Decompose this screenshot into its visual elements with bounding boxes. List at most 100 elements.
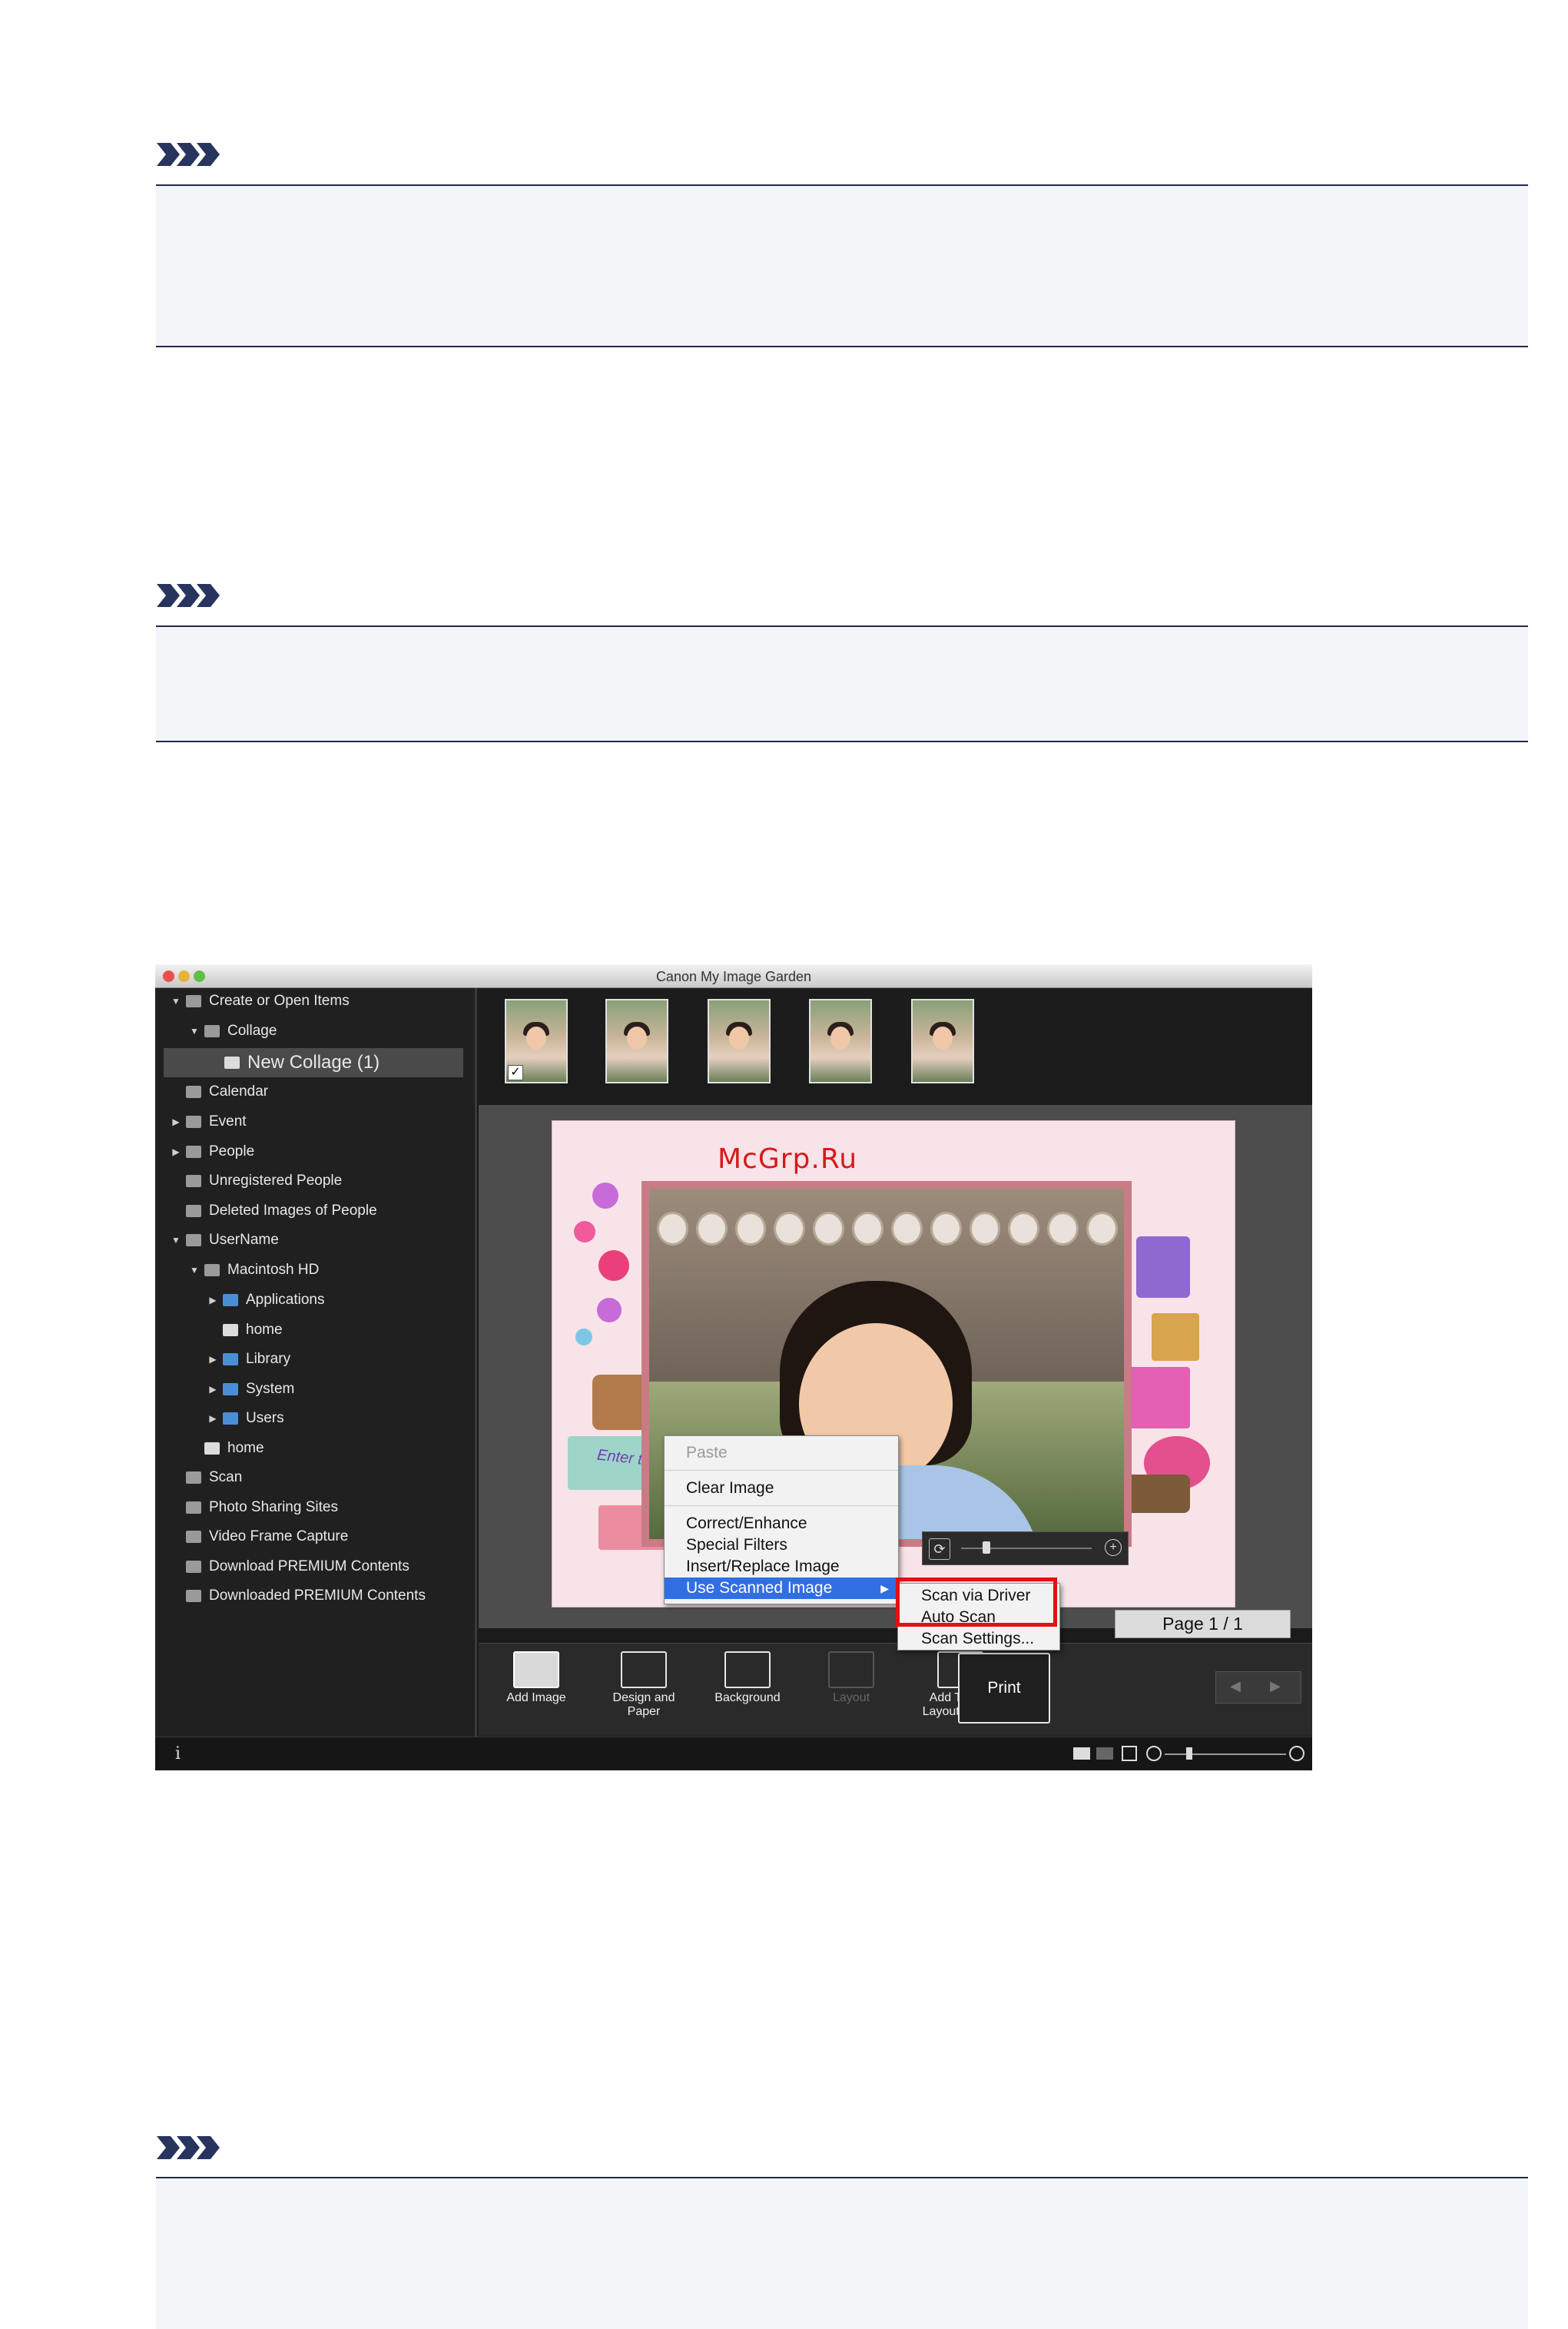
menu-item-insert-replace-image[interactable]: Insert/Replace Image: [665, 1556, 898, 1578]
thumbnail[interactable]: ✓: [505, 999, 568, 1083]
sidebar-item-macintosh-hd[interactable]: ▼ Macintosh HD: [189, 1259, 319, 1282]
zoom-in-icon[interactable]: +: [1105, 1539, 1122, 1556]
next-page-icon[interactable]: ▶: [1270, 1678, 1281, 1694]
info-icon[interactable]: i: [175, 1744, 181, 1763]
status-bar: i: [155, 1737, 1312, 1770]
page-navigation: ◀ ▶: [1215, 1671, 1301, 1704]
flower-decoration: [598, 1250, 629, 1281]
zoom-in-icon[interactable]: [1289, 1746, 1304, 1761]
zoom-slider[interactable]: [1165, 1753, 1286, 1755]
chevron-down-icon[interactable]: ▼: [171, 1235, 181, 1246]
person-outline-icon: [186, 1205, 201, 1217]
sidebar-item-people[interactable]: ▶ People: [171, 1140, 254, 1163]
chevron-right-icon[interactable]: ▶: [171, 1146, 181, 1157]
sidebar-item-unregistered-people[interactable]: Unregistered People: [186, 1169, 342, 1193]
note-box-2: [156, 625, 1528, 742]
design-paper-label: Design and Paper: [612, 1691, 675, 1718]
chevron-down-icon[interactable]: ▼: [171, 996, 181, 1007]
person-icon: [186, 1175, 201, 1187]
print-button[interactable]: Print: [958, 1653, 1050, 1724]
folder-icon: [223, 1383, 238, 1395]
menu-item-paste[interactable]: Paste: [665, 1442, 898, 1464]
drive-icon: [223, 1324, 238, 1336]
fit-page-icon[interactable]: [1122, 1746, 1137, 1761]
sidebar-item-create-or-open-items[interactable]: ▼ Create or Open Items: [171, 990, 350, 1013]
sidebar-item-username[interactable]: ▼ UserName: [171, 1229, 279, 1252]
chevron-right-icon[interactable]: ▶: [171, 1116, 181, 1127]
sidebar-item-download-premium-contents[interactable]: Download PREMIUM Contents: [186, 1555, 409, 1578]
sidebar-item-label: Photo Sharing Sites: [209, 1499, 338, 1515]
sidebar-item-label: Unregistered People: [209, 1173, 343, 1189]
thumbnail[interactable]: [605, 999, 668, 1083]
title-bar: Canon My Image Garden: [155, 964, 1312, 988]
design-paper-button[interactable]: Design and Paper: [598, 1651, 690, 1731]
create-items-icon: [186, 995, 201, 1007]
note-icon: [157, 584, 220, 607]
view-mode-icon[interactable]: [1073, 1747, 1090, 1760]
menu-item-correct-enhance[interactable]: Correct/Enhance: [665, 1513, 898, 1534]
image-zoom-knob[interactable]: [983, 1541, 990, 1554]
sidebar-item-label: Collage: [227, 1023, 277, 1039]
sidebar-item-label: People: [209, 1143, 255, 1160]
chevron-right-icon[interactable]: ▶: [207, 1295, 218, 1306]
checkmark-icon[interactable]: ✓: [508, 1065, 523, 1080]
sidebar-item-label: Scan: [209, 1469, 243, 1485]
menu-item-scan-settings[interactable]: Scan Settings...: [898, 1628, 1059, 1650]
sidebar-item-event[interactable]: ▶ Event: [171, 1110, 246, 1133]
zoom-out-icon[interactable]: [1146, 1746, 1162, 1761]
sidebar-item-photo-sharing-sites[interactable]: Photo Sharing Sites: [186, 1496, 338, 1519]
background-button[interactable]: Background: [701, 1651, 794, 1731]
image-zoom-slider[interactable]: [961, 1548, 1092, 1549]
rotate-icon[interactable]: ⟳: [929, 1538, 950, 1560]
sidebar-item-home-2[interactable]: home: [204, 1437, 264, 1460]
sidebar-item-label: UserName: [209, 1232, 279, 1248]
add-image-label: Add Image: [506, 1691, 566, 1704]
sidebar-item-label: Download PREMIUM Contents: [209, 1558, 409, 1574]
chevron-right-icon[interactable]: ▶: [207, 1384, 218, 1395]
menu-item-label: Use Scanned Image: [686, 1579, 833, 1597]
thumbnail[interactable]: [911, 999, 974, 1083]
sidebar-item-video-frame-capture[interactable]: Video Frame Capture: [186, 1525, 348, 1548]
layout-label: Layout: [832, 1691, 870, 1704]
sidebar-item-label: Calendar: [209, 1083, 269, 1100]
hard-drive-icon: [204, 1264, 220, 1276]
sidebar-item-downloaded-premium-contents[interactable]: Downloaded PREMIUM Contents: [186, 1584, 426, 1607]
sidebar-item-users[interactable]: ▶ Users: [207, 1407, 283, 1430]
sidebar-item-applications[interactable]: ▶ Applications: [207, 1289, 324, 1312]
add-image-button[interactable]: Add Image: [490, 1651, 582, 1731]
thumbnail[interactable]: [809, 999, 872, 1083]
thumbnail[interactable]: [708, 999, 771, 1083]
sidebar-item-calendar[interactable]: Calendar: [186, 1080, 268, 1103]
sidebar-item-label: Library: [246, 1351, 291, 1367]
sidebar-item-label: home: [227, 1440, 264, 1456]
gift-decoration: [1152, 1313, 1199, 1361]
downloaded-icon: [186, 1590, 201, 1602]
sidebar-item-deleted-images-of-people[interactable]: Deleted Images of People: [186, 1199, 377, 1223]
view-mode-alt-icon[interactable]: [1096, 1747, 1113, 1760]
layout-button[interactable]: Layout: [805, 1651, 897, 1731]
computer-icon: [186, 1234, 201, 1246]
submenu-arrow-icon: ▶: [880, 1582, 889, 1594]
collage-item-icon: [224, 1057, 240, 1069]
menu-item-special-filters[interactable]: Special Filters: [665, 1534, 898, 1556]
image-adjust-control: ⟳ +: [922, 1531, 1129, 1565]
sidebar-item-home[interactable]: home: [223, 1319, 283, 1342]
people-icon: [186, 1146, 201, 1158]
calendar-icon: [186, 1086, 201, 1098]
flower-decoration: [592, 1183, 618, 1209]
sidebar-item-system[interactable]: ▶ System: [207, 1378, 294, 1401]
chevron-down-icon[interactable]: ▼: [189, 1265, 200, 1276]
chevron-right-icon[interactable]: ▶: [207, 1413, 218, 1424]
sidebar-item-scan[interactable]: Scan: [186, 1466, 242, 1489]
zoom-slider-knob[interactable]: [1186, 1747, 1192, 1760]
callout-highlight-box: [896, 1578, 1057, 1627]
chevron-down-icon[interactable]: ▼: [189, 1026, 200, 1037]
page-indicator: Page 1 / 1: [1115, 1610, 1291, 1638]
sidebar-item-new-collage[interactable]: New Collage (1): [224, 1051, 380, 1074]
sidebar-item-collage[interactable]: ▼ Collage: [189, 1020, 277, 1043]
chevron-right-icon[interactable]: ▶: [207, 1354, 218, 1365]
menu-item-clear-image[interactable]: Clear Image: [665, 1478, 898, 1499]
previous-page-icon[interactable]: ◀: [1230, 1678, 1241, 1694]
sidebar-item-library[interactable]: ▶ Library: [207, 1348, 290, 1371]
menu-item-use-scanned-image[interactable]: Use Scanned Image ▶: [665, 1578, 898, 1599]
